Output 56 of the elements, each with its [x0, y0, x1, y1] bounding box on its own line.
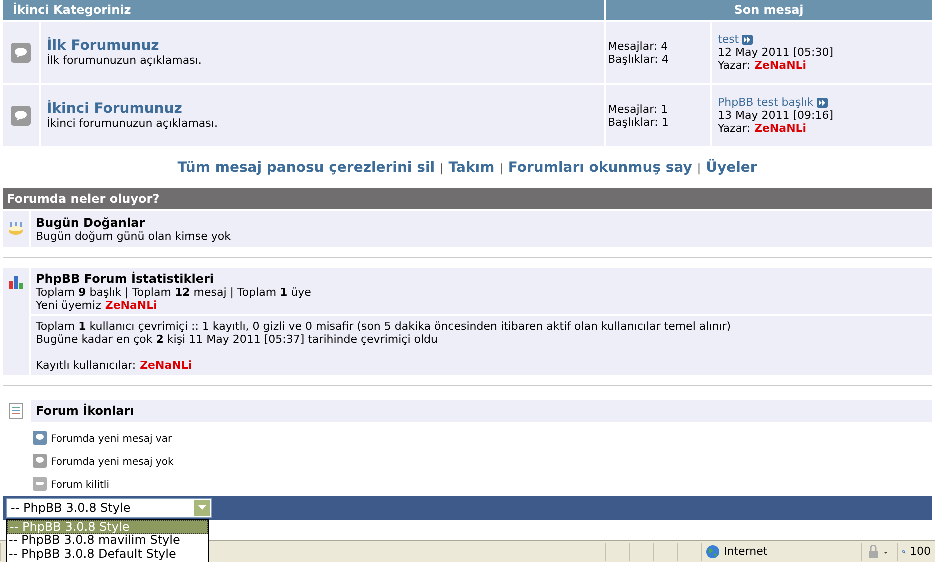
- forum-read-icon: [10, 42, 32, 64]
- registered-user-link[interactable]: ZeNaNLi: [140, 359, 192, 372]
- forum-title-link[interactable]: İkinci Forumunuz: [47, 101, 182, 117]
- newest-member-link[interactable]: ZeNaNLi: [105, 299, 158, 312]
- statistics-title: PhpBB Forum İstatistikleri: [36, 273, 216, 286]
- board-link[interactable]: Tüm mesaj panosu çerezlerini sil: [178, 160, 436, 176]
- birthdays-title: Bugün Doğanlar: [36, 217, 146, 230]
- author-link[interactable]: ZeNaNLi: [754, 59, 807, 72]
- forum-locked-icon: [33, 477, 47, 491]
- last-post-date: 13 May 2011 [09:16]: [718, 109, 835, 122]
- last-post-date: 12 May 2011 [05:30]: [718, 46, 835, 59]
- online-record-text: Bugüne kadar en çok 2 kişi 11 May 2011 [05:37] tarihinde çevrimiçi oldu: [36, 333, 440, 346]
- link-separator: |: [697, 162, 702, 174]
- post-count: Mesajlar: 4: [608, 40, 670, 52]
- forum-description: İlk forumunuzun açıklaması.: [47, 54, 203, 67]
- link-separator: |: [500, 162, 504, 174]
- zoom-level: 100: [910, 545, 931, 558]
- bar-chart-icon: [8, 274, 24, 290]
- legend-label: Forum kilitli: [51, 480, 110, 491]
- last-post-header: Son mesaj: [606, 0, 932, 20]
- go-to-post-icon[interactable]: [742, 34, 754, 44]
- legend-label: Forumda yeni mesaj yok: [51, 457, 174, 468]
- forum-description: İkinci forumunuzun açıklaması.: [47, 117, 219, 130]
- category-header: İkinci Kategoriniz: [3, 0, 604, 20]
- author-label: Yazar:: [718, 122, 750, 135]
- board-link[interactable]: Forumları okunmuş say: [508, 160, 692, 176]
- post-count: Mesajlar: 1: [608, 102, 670, 116]
- online-users-text: Toplam 1 kullanıcı çevrimiçi :: 1 kayıtlı, 0 gizli ve 0 misafir (son 5 dakika öncesinden itibaren aktif olan kullanıcılar temel alınır): [36, 320, 732, 333]
- go-to-post-icon[interactable]: [816, 98, 828, 108]
- forum-read-icon: [33, 454, 47, 468]
- board-link[interactable]: Üyeler: [706, 160, 758, 176]
- link-separator: |: [440, 162, 444, 174]
- caret-icon: [194, 500, 210, 516]
- forum-new-icon: [33, 431, 47, 445]
- newest-member-label: Yeni üyemiz: [36, 299, 102, 312]
- birthdays-text: Bugün doğum günü olan kimse yok: [36, 230, 232, 243]
- document-list-icon: [9, 403, 23, 419]
- legend-label: Forumda yeni mesaj var: [51, 434, 172, 445]
- last-topic-link[interactable]: test: [718, 33, 740, 46]
- topic-count: Başlıklar: 1: [608, 116, 670, 128]
- style-select[interactable]: -- PhpBB 3.0.8 Style: [6, 498, 212, 518]
- author-link[interactable]: ZeNaNLi: [754, 122, 807, 135]
- section-header: Forumda neler oluyor?: [3, 188, 932, 209]
- topic-count: Başlıklar: 4: [608, 52, 670, 66]
- birthday-cake-icon: [8, 220, 24, 236]
- board-link[interactable]: Takım: [448, 160, 495, 176]
- author-label: Yazar:: [718, 59, 750, 72]
- globe-icon: [706, 544, 720, 558]
- forum-read-icon: [10, 104, 32, 126]
- last-topic-link[interactable]: PhpBB test başlık: [718, 96, 814, 109]
- forum-title-link[interactable]: İlk Forumunuz: [47, 38, 160, 54]
- registered-users-label: Kayıtlı kullanıcılar:: [36, 359, 136, 372]
- style-option[interactable]: -- PhpBB 3.0.8 Style: [7, 520, 208, 534]
- forum-icons-title: Forum İkonları: [36, 405, 136, 418]
- security-zone-label: Internet: [724, 545, 768, 558]
- statistics-totals: Toplam 9 başlık | Toplam 12 mesaj | Toplam 1 üye: [36, 286, 312, 299]
